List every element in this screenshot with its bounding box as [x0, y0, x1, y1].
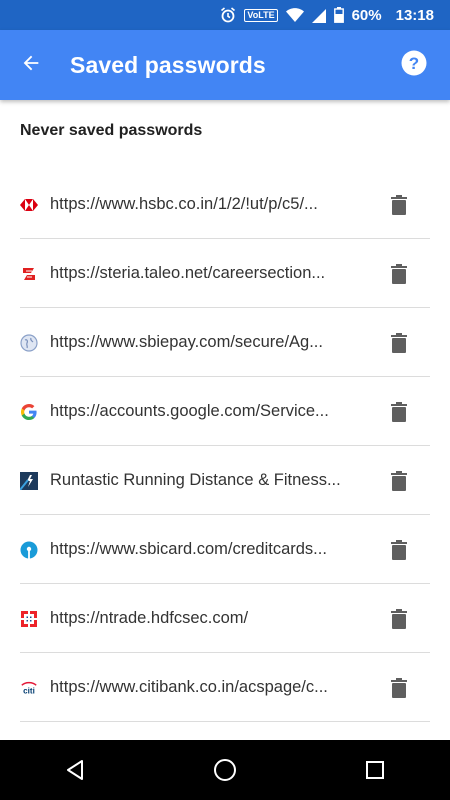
app-bar: Saved passwords ?	[0, 30, 450, 100]
trash-icon	[391, 608, 407, 629]
list-item-label: https://www.hsbc.co.in/1/2/!ut/p/c5/...	[50, 195, 318, 213]
trash-icon	[391, 332, 407, 353]
trash-icon	[391, 263, 407, 284]
svg-text:citi: citi	[23, 686, 35, 695]
delete-button[interactable]	[388, 193, 410, 217]
delete-button[interactable]	[388, 607, 410, 631]
delete-button[interactable]	[388, 400, 410, 424]
trash-icon	[391, 470, 407, 491]
recents-square-icon	[366, 761, 384, 779]
svg-text:?: ?	[409, 54, 419, 73]
list-item-label: https://steria.taleo.net/careersection..…	[50, 264, 326, 282]
status-bar: VoLTE 60% 13:18	[0, 0, 450, 30]
delete-button[interactable]	[388, 262, 410, 286]
runtastic-favicon	[20, 471, 38, 490]
delete-button[interactable]	[388, 469, 410, 493]
alarm-icon	[220, 7, 236, 23]
hsbc-favicon	[20, 196, 38, 214]
list-item-label: Runtastic Running Distance & Fitness...	[50, 471, 341, 489]
delete-button[interactable]	[388, 538, 410, 562]
back-button[interactable]	[0, 30, 62, 100]
battery-percent: 60%	[351, 6, 382, 24]
content-area: Never saved passwords https://www.hsbc.c…	[0, 100, 450, 740]
back-triangle-icon	[67, 760, 83, 780]
trash-icon	[391, 677, 407, 698]
trash-icon	[391, 401, 407, 422]
delete-button[interactable]	[388, 331, 410, 355]
section-title: Never saved passwords	[20, 122, 203, 139]
battery-icon	[333, 7, 344, 23]
recents-nav-button[interactable]	[345, 740, 405, 800]
list-item-label: https://www.sbiepay.com/secure/Ag...	[50, 333, 323, 351]
delete-button[interactable]	[388, 676, 410, 700]
taleo-favicon	[20, 265, 38, 283]
back-nav-button[interactable]	[45, 740, 105, 800]
list-item[interactable]: https://www.hsbc.co.in/1/2/!ut/p/c5/...	[0, 170, 450, 239]
list-item[interactable]: Runtastic Running Distance & Fitness...	[0, 446, 450, 515]
list-item[interactable]: https://accounts.google.com/Service...	[0, 377, 450, 446]
wifi-icon	[285, 7, 304, 23]
clock: 13:18	[395, 6, 434, 24]
signal-icon	[311, 7, 326, 23]
list-item[interactable]: https://ntrade.hdfcsec.com/	[0, 584, 450, 653]
home-nav-button[interactable]	[195, 740, 255, 800]
help-button[interactable]: ?	[378, 30, 450, 100]
hdfc-favicon	[20, 610, 38, 628]
list-item-label: https://www.citibank.co.in/acspage/c...	[50, 678, 328, 696]
list-item-label: https://accounts.google.com/Service...	[50, 402, 329, 420]
globe-favicon	[20, 333, 38, 352]
exceptions-list: https://www.hsbc.co.in/1/2/!ut/p/c5/... …	[0, 170, 450, 722]
citi-favicon: citi	[20, 679, 38, 697]
list-item[interactable]: https://steria.taleo.net/careersection..…	[0, 239, 450, 308]
arrow-back-icon	[20, 52, 42, 79]
list-item-label: https://ntrade.hdfcsec.com/	[50, 609, 249, 627]
divider	[20, 721, 430, 722]
list-item-label: https://www.sbicard.com/creditcards...	[50, 540, 327, 558]
sbi-favicon	[20, 541, 38, 559]
list-item[interactable]: https://www.sbiepay.com/secure/Ag...	[0, 308, 450, 377]
home-circle-icon	[214, 759, 236, 781]
volte-indicator: VoLTE	[244, 8, 278, 22]
trash-icon	[391, 194, 407, 215]
help-icon: ?	[401, 50, 427, 81]
list-item[interactable]: https://www.sbicard.com/creditcards...	[0, 515, 450, 584]
google-favicon	[20, 403, 38, 421]
list-item[interactable]: citi https://www.citibank.co.in/acspage/…	[0, 653, 450, 722]
page-title: Saved passwords	[70, 51, 266, 78]
navigation-bar	[0, 740, 450, 800]
trash-icon	[391, 539, 407, 560]
